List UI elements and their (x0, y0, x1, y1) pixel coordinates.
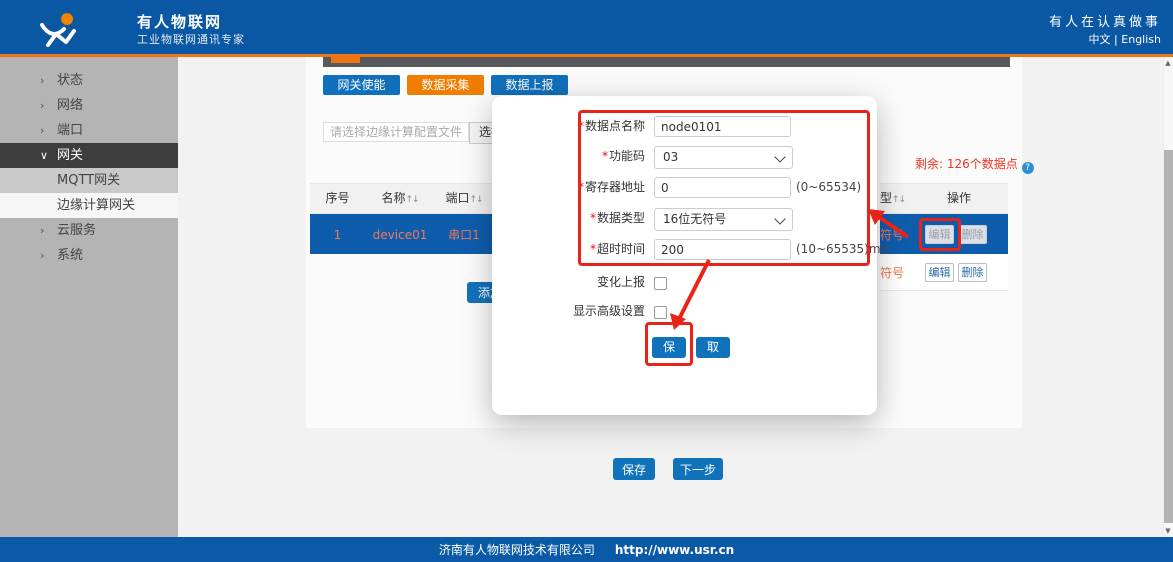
field-label-function-code: *功能码 (492, 146, 645, 167)
field-label-name: *数据点名称 (492, 116, 645, 137)
lang-en-link[interactable]: English (1121, 33, 1161, 46)
sidebar-item-port[interactable]: › 端口 (0, 118, 178, 143)
app-header: 有人物联网 工业物联网通讯专家 有人在认真做事 中文 | English (0, 0, 1173, 54)
dialog-save-button[interactable]: 保存 (652, 337, 686, 358)
field-label-show-advanced: 显示高级设置 (492, 301, 645, 322)
report-on-change-checkbox[interactable] (654, 277, 667, 290)
delete-button[interactable]: 删除 (958, 263, 987, 282)
brand-name: 有人物联网 (137, 11, 222, 32)
scroll-down-icon[interactable]: ▼ (1163, 526, 1173, 536)
scrolled-section-header (323, 57, 1010, 67)
clipped-orange-tab-fragment (331, 57, 360, 63)
config-file-input[interactable] (323, 122, 469, 142)
lang-zh-link[interactable]: 中文 (1089, 33, 1111, 46)
datapoint-table-header-row: 型↑↓ 操作 (880, 183, 1008, 214)
sort-icon: ↑↓ (469, 195, 482, 205)
cell-name: device01 (365, 215, 435, 254)
sort-icon: ↑↓ (892, 195, 905, 205)
col-header-port[interactable]: 端口↑↓ (435, 184, 493, 213)
footer-company: 济南有人物联网技术有限公司 (439, 541, 595, 558)
chevron-right-icon: › (40, 118, 44, 143)
show-advanced-checkbox[interactable] (654, 306, 667, 319)
sidebar-item-status[interactable]: › 状态 (0, 68, 178, 93)
remaining-points: 剩余: 126个数据点 ? (915, 155, 1034, 174)
cell-type: 符号 (880, 264, 904, 281)
device-table: 序号 名称↑↓ 端口↑↓ 1device01串口1 (310, 183, 493, 254)
page-save-button[interactable]: 保存 (613, 458, 655, 480)
device-table-header-row: 序号 名称↑↓ 端口↑↓ (310, 183, 493, 214)
datapoint-table: 型↑↓ 操作 符号 编辑 删除 符号 编辑 删除 (880, 183, 1008, 291)
chevron-down-icon: ∨ (40, 143, 48, 168)
edit-button[interactable]: 编辑 (925, 225, 954, 244)
chevron-right-icon: › (40, 243, 44, 268)
page-footer: 济南有人物联网技术有限公司 http://www.usr.cn (0, 537, 1173, 562)
help-icon[interactable]: ? (1022, 162, 1034, 174)
tab-gateway-enable[interactable]: 网关使能 (323, 75, 400, 95)
chevron-right-icon: › (40, 68, 44, 93)
sidebar-item-mqtt-gateway[interactable]: MQTT网关 (0, 168, 178, 193)
chevron-right-icon: › (40, 93, 44, 118)
sidebar-item-gateway[interactable]: ∨ 网关 (0, 143, 178, 168)
brand-logo-icon (36, 11, 88, 47)
chevron-down-icon (774, 213, 785, 224)
register-address-input[interactable] (654, 177, 791, 198)
scroll-up-icon[interactable]: ▲ (1163, 58, 1173, 68)
edit-datapoint-dialog: *数据点名称 *功能码 03 *寄存器地址 (0~65534) *数据类型 16… (492, 96, 877, 415)
tab-data-report[interactable]: 数据上报 (491, 75, 568, 95)
sort-icon: ↑↓ (405, 195, 418, 205)
sidebar-item-edge-gateway[interactable]: 边缘计算网关 (0, 193, 178, 218)
chevron-down-icon (774, 151, 785, 162)
field-label-timeout: *超时时间 (492, 239, 645, 260)
function-code-select[interactable]: 03 (654, 146, 793, 169)
col-header-no[interactable]: 序号 (310, 184, 365, 213)
sidebar: › 状态 › 网络 › 端口 ∨ 网关 MQTT网关 边缘计算网关 › 云服务 … (0, 57, 178, 537)
device-table-row[interactable]: 1device01串口1 (310, 214, 493, 254)
lang-divider: | (1114, 33, 1118, 46)
scrollbar-thumb[interactable] (1164, 150, 1173, 523)
sidebar-item-cloud[interactable]: › 云服务 (0, 218, 178, 243)
datapoint-name-input[interactable] (654, 116, 791, 137)
chevron-right-icon: › (40, 218, 44, 243)
dialog-cancel-button[interactable]: 取消 (696, 337, 730, 358)
cell-no: 1 (310, 215, 365, 254)
edit-button[interactable]: 编辑 (925, 263, 954, 282)
register-range-hint: (0~65534) (796, 177, 861, 198)
page-next-button[interactable]: 下一步 (673, 458, 723, 480)
sidebar-item-network[interactable]: › 网络 (0, 93, 178, 118)
cell-port: 串口1 (435, 215, 493, 254)
tab-data-collection[interactable]: 数据采集 (407, 75, 484, 95)
data-type-select[interactable]: 16位无符号 (654, 208, 793, 231)
datapoint-row-selected[interactable]: 符号 编辑 删除 (880, 214, 1008, 254)
footer-url-link[interactable]: http://www.usr.cn (615, 543, 734, 557)
brand-tagline: 工业物联网通讯专家 (137, 31, 245, 47)
col-header-operation: 操作 (947, 191, 971, 205)
timeout-range-hint: (10~65535)ms (796, 239, 887, 260)
field-label-data-type: *数据类型 (492, 208, 645, 229)
datapoint-row[interactable]: 符号 编辑 删除 (880, 254, 1008, 291)
field-label-report-on-change: 变化上报 (492, 272, 645, 293)
col-header-name[interactable]: 名称↑↓ (365, 184, 435, 213)
field-label-register-address: *寄存器地址 (492, 177, 645, 198)
col-header-type[interactable]: 型↑↓ (880, 191, 909, 205)
language-switcher: 中文 | English (1089, 31, 1161, 47)
header-slogan: 有人在认真做事 (1049, 11, 1161, 30)
delete-button[interactable]: 删除 (958, 225, 987, 244)
sidebar-item-system[interactable]: › 系统 (0, 243, 178, 268)
timeout-input[interactable] (654, 239, 791, 260)
